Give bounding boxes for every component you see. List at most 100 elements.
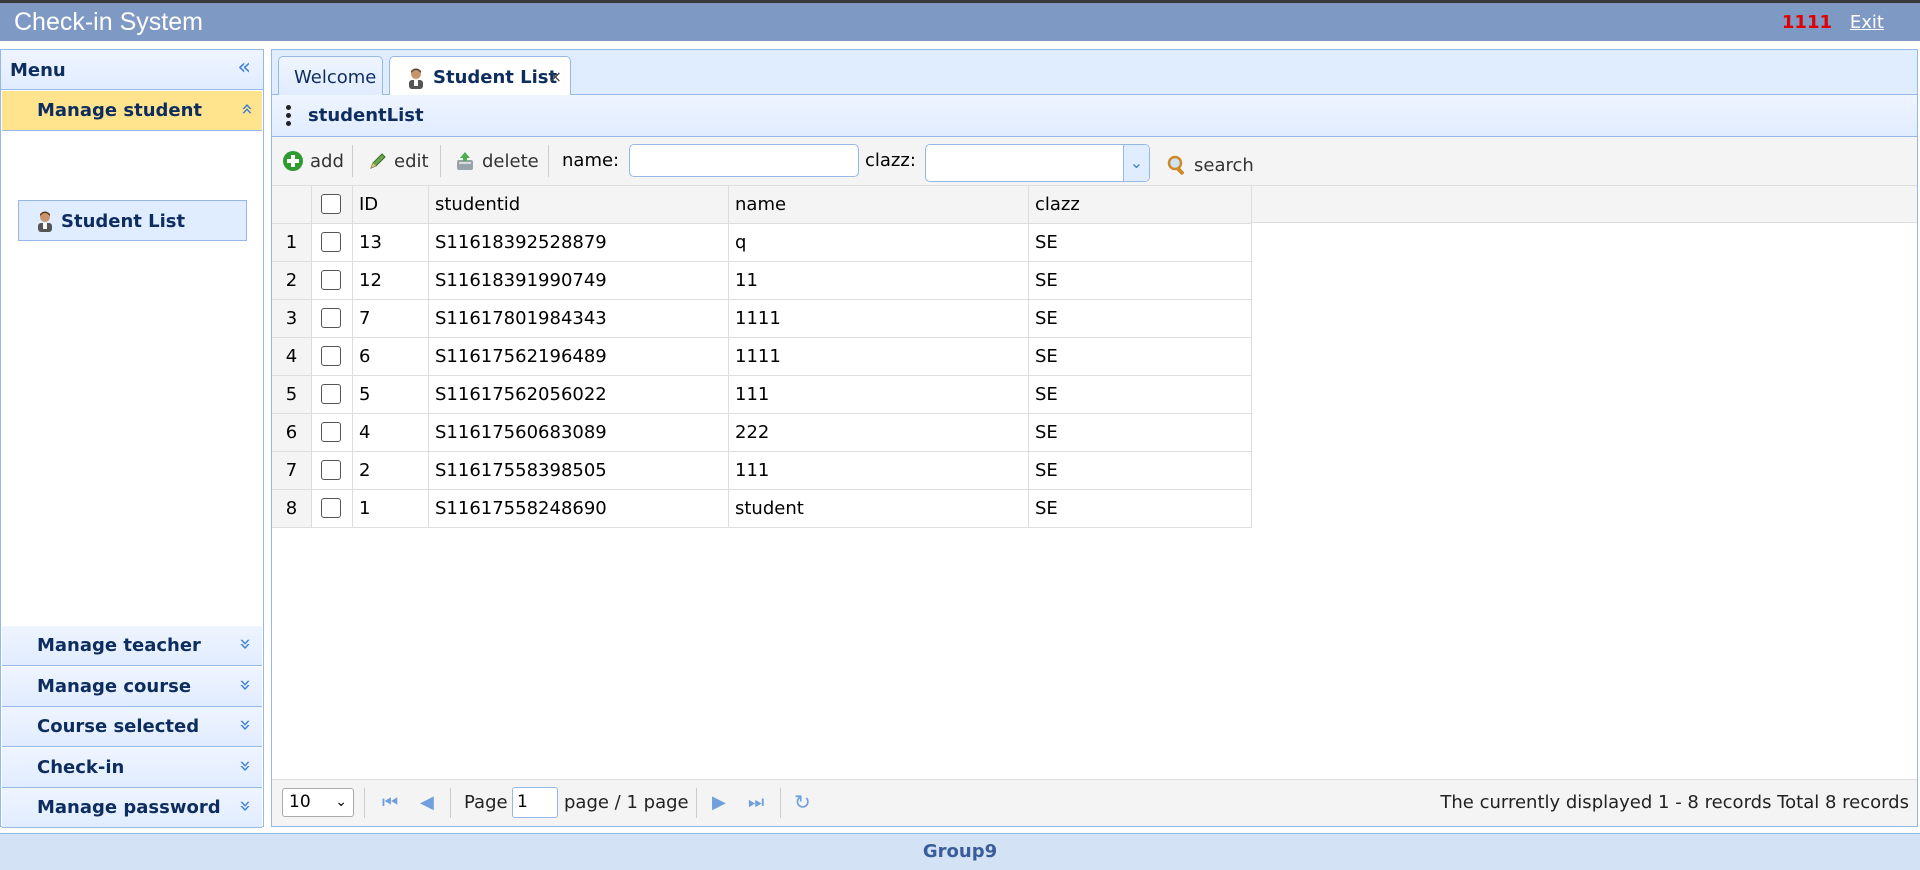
- row-number: 5: [272, 376, 312, 414]
- row-select-cell: [312, 338, 353, 376]
- cell-id: 2: [353, 452, 429, 490]
- delete-icon: [457, 152, 473, 170]
- cell-clazz: SE: [1029, 376, 1252, 414]
- search-button[interactable]: search: [1166, 151, 1254, 179]
- app-header: Check-in System 1111 Exit: [0, 0, 1920, 41]
- footer-text: Group9: [922, 841, 998, 862]
- chevron-down-icon[interactable]: ⌄: [1123, 145, 1149, 181]
- row-checkbox[interactable]: [321, 269, 341, 290]
- accordion-check-in[interactable]: Check-in »: [2, 748, 262, 788]
- accordion-label: Manage student: [37, 100, 203, 121]
- accordion-label: Course selected: [37, 716, 200, 737]
- search-icon: [1167, 155, 1185, 175]
- first-page-icon[interactable]: ⏮: [382, 792, 398, 813]
- chevron-down-icon[interactable]: »: [234, 760, 258, 772]
- refresh-icon[interactable]: ↻: [794, 790, 811, 814]
- clazz-select[interactable]: ⌄: [925, 144, 1150, 182]
- page-label: Page: [464, 792, 508, 813]
- accordion-manage-student[interactable]: Manage student »: [2, 91, 262, 131]
- cell-studentid: S11618391990749: [429, 262, 729, 300]
- column-header-studentid[interactable]: studentid: [429, 186, 729, 224]
- sidebar-item-student-list[interactable]: Student List: [18, 200, 247, 241]
- row-checkbox[interactable]: [321, 345, 341, 366]
- page-number-input[interactable]: 1: [512, 787, 558, 818]
- add-icon: [283, 151, 303, 171]
- chevron-down-icon[interactable]: »: [234, 719, 258, 731]
- cell-name: 222: [729, 414, 1029, 452]
- edit-button[interactable]: edit: [368, 147, 429, 175]
- add-button[interactable]: add: [282, 147, 344, 175]
- edit-label: edit: [394, 150, 429, 172]
- page-size-value: 10: [289, 792, 311, 812]
- cell-id: 12: [353, 262, 429, 300]
- cell-studentid: S11617560683089: [429, 414, 729, 452]
- collapse-left-icon[interactable]: «: [238, 55, 251, 80]
- tab-welcome[interactable]: Welcome: [278, 56, 383, 96]
- cell-id: 6: [353, 338, 429, 376]
- accordion-course-selected[interactable]: Course selected »: [2, 707, 262, 747]
- cell-clazz: SE: [1029, 414, 1252, 452]
- row-number: 4: [272, 338, 312, 376]
- last-page-icon[interactable]: ⏭: [748, 792, 764, 813]
- prev-page-icon[interactable]: ◀: [420, 792, 434, 813]
- chevron-down-icon[interactable]: »: [234, 638, 258, 650]
- cell-name: q: [729, 224, 1029, 262]
- row-select-cell: [312, 414, 353, 452]
- row-checkbox[interactable]: [321, 459, 341, 480]
- student-icon: [38, 211, 52, 232]
- name-label: name:: [562, 150, 620, 171]
- column-header-name[interactable]: name: [729, 186, 1029, 224]
- app-footer: Group9: [0, 833, 1920, 870]
- row-checkbox[interactable]: [321, 231, 341, 252]
- next-page-icon[interactable]: ▶: [712, 792, 726, 813]
- select-all-checkbox[interactable]: [321, 193, 341, 214]
- row-number: 2: [272, 262, 312, 300]
- student-icon: [409, 68, 423, 89]
- row-checkbox[interactable]: [321, 307, 341, 328]
- row-checkbox[interactable]: [321, 383, 341, 404]
- cell-clazz: SE: [1029, 300, 1252, 338]
- panel-header: studentList: [272, 95, 1917, 137]
- row-select-cell: [312, 262, 353, 300]
- column-header-clazz[interactable]: clazz: [1029, 186, 1252, 224]
- exit-link[interactable]: Exit: [1850, 12, 1884, 33]
- cell-studentid: S11617558248690: [429, 490, 729, 528]
- accordion-manage-course[interactable]: Manage course »: [2, 667, 262, 707]
- page-size-select[interactable]: 10 ⌄: [282, 788, 354, 817]
- chevron-down-icon[interactable]: »: [234, 679, 258, 691]
- column-header-id[interactable]: ID: [353, 186, 429, 224]
- panel-title: studentList: [308, 105, 424, 126]
- row-checkbox[interactable]: [321, 421, 341, 442]
- chevron-down-icon[interactable]: »: [234, 800, 258, 812]
- row-select-cell: [312, 300, 353, 338]
- close-icon[interactable]: ×: [549, 67, 562, 86]
- cell-name: student: [729, 490, 1029, 528]
- select-all-cell: [312, 186, 353, 224]
- cell-name: 1111: [729, 338, 1029, 376]
- clazz-label: clazz:: [865, 150, 916, 171]
- cell-name: 111: [729, 376, 1029, 414]
- chevron-up-icon[interactable]: »: [234, 103, 258, 115]
- tab-label: Student List: [433, 67, 558, 88]
- tab-student-list[interactable]: Student List ×: [389, 56, 571, 97]
- cell-id: 1: [353, 490, 429, 528]
- row-select-cell: [312, 452, 353, 490]
- row-checkbox[interactable]: [321, 497, 341, 518]
- rownum-header: [272, 186, 312, 224]
- search-label: search: [1194, 154, 1254, 176]
- cell-clazz: SE: [1029, 224, 1252, 262]
- row-number: 3: [272, 300, 312, 338]
- delete-button[interactable]: delete: [454, 147, 539, 175]
- accordion-manage-password[interactable]: Manage password »: [2, 788, 262, 828]
- row-number: 6: [272, 414, 312, 452]
- name-search-input[interactable]: [629, 144, 859, 177]
- toolbar-divider: [352, 145, 353, 177]
- accordion-manage-teacher[interactable]: Manage teacher »: [2, 626, 262, 666]
- cell-id: 13: [353, 224, 429, 262]
- row-select-cell: [312, 376, 353, 414]
- pagination-bar: 10 ⌄ ⏮ ◀ Page 1 page / 1 page ▶ ⏭ ↻ The …: [272, 779, 1917, 826]
- accordion-label: Manage password: [37, 797, 221, 818]
- panel-menu-icon: [286, 105, 292, 129]
- accordion-label: Manage course: [37, 676, 192, 697]
- menu-header: Menu «: [1, 50, 263, 90]
